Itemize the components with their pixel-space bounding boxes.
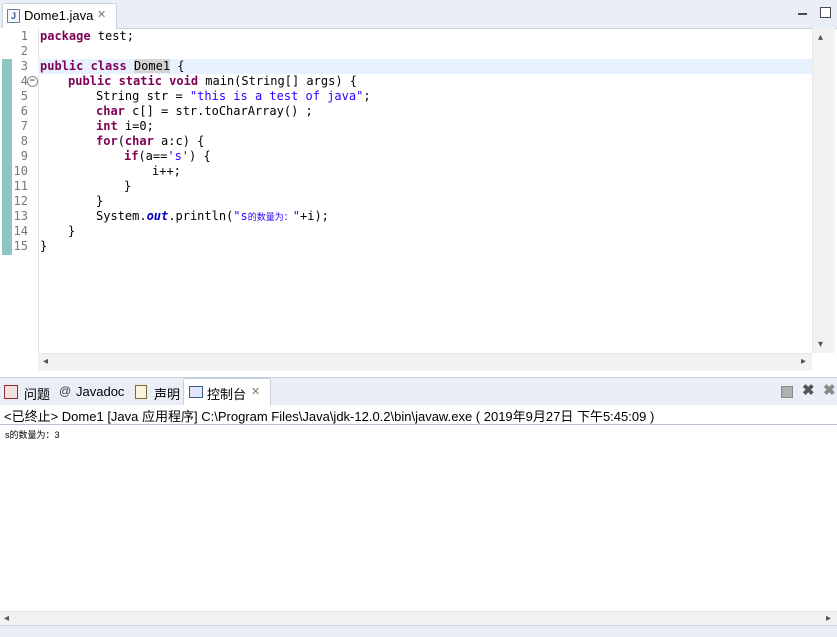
tab-console-label: 控制台 <box>207 387 247 402</box>
console-output[interactable]: s的数量为：3 <box>5 428 60 441</box>
line-number: 15 <box>13 239 28 253</box>
code-line-13[interactable]: System.out.println("s的数量为："+i); <box>96 209 329 224</box>
tab-javadoc[interactable]: Javadoc <box>76 384 124 399</box>
minimize-icon[interactable] <box>798 13 807 15</box>
fold-collapse-icon[interactable]: − <box>27 76 38 87</box>
code-token: char <box>96 104 125 118</box>
scroll-down-arrow-icon[interactable]: ▾ <box>818 339 823 350</box>
code-line-8[interactable]: for(char a:c) { <box>96 134 204 149</box>
code-token: ; <box>363 89 371 103</box>
line-number: 5 <box>20 89 28 103</box>
line-number: 7 <box>20 119 28 133</box>
class-name-highlight: Dome1 <box>133 59 171 73</box>
line-number: 13 <box>13 209 28 223</box>
string-literal: "this is a test of java" <box>189 89 364 103</box>
code-token: (a== <box>138 149 168 163</box>
string-literal-cjk: 的数量为： <box>247 213 293 223</box>
code-token: int <box>96 119 118 133</box>
problems-icon <box>4 385 18 399</box>
scroll-right-arrow-icon[interactable]: ▸ <box>801 356 806 367</box>
line-number: 1 <box>20 29 28 43</box>
remove-launch-icon[interactable]: ✖ <box>802 381 815 399</box>
javadoc-icon: @ <box>59 384 72 398</box>
line-number: 9 <box>20 149 28 163</box>
line-number: 6 <box>20 104 28 118</box>
scroll-left-arrow-icon[interactable]: ◂ <box>43 356 48 367</box>
remove-all-launches-icon[interactable]: ✖ <box>823 381 836 399</box>
code-line-6[interactable]: char c[] = str.toCharArray() ; <box>96 104 313 119</box>
line-number: 10 <box>13 164 28 178</box>
code-token: main(String[] args) { <box>198 74 357 88</box>
line-number: 8 <box>20 134 28 148</box>
terminate-icon[interactable] <box>781 386 793 398</box>
code-token: String str = <box>96 89 190 103</box>
code-token: package <box>40 29 91 43</box>
code-token: ( <box>117 134 125 148</box>
code-line-5[interactable]: String str = "this is a test of java"; <box>96 89 371 104</box>
code-line-4[interactable]: public static void main(String[] args) { <box>68 74 357 89</box>
editor-tab-label: Dome1.java <box>24 8 94 23</box>
code-token: i=0; <box>117 119 154 133</box>
code-line-7[interactable]: int i=0; <box>96 119 154 134</box>
line-number: 4 <box>20 74 28 88</box>
line-number: 11 <box>13 179 28 193</box>
code-token: a:c) { <box>153 134 205 148</box>
string-literal: "s <box>233 209 248 223</box>
string-literal: 's' <box>167 149 190 163</box>
process-status-text: <已终止> Dome1 [Java 应用程序] C:\Program Files… <box>4 409 655 424</box>
tab-declaration[interactable]: 声明 <box>154 384 180 403</box>
code-token: if <box>124 149 139 163</box>
java-file-icon: J <box>7 9 20 23</box>
code-token: char <box>124 134 154 148</box>
code-token: .println( <box>168 209 234 223</box>
editor-vertical-scrollbar[interactable] <box>812 28 835 353</box>
code-token: +i); <box>300 209 329 223</box>
tab-problems[interactable]: 问题 <box>24 384 50 403</box>
string-literal: " <box>292 209 300 223</box>
code-token: System. <box>96 209 147 223</box>
console-icon <box>189 386 203 398</box>
code-line-1[interactable]: package test; <box>40 29 134 44</box>
editor-horizontal-scrollbar[interactable] <box>38 353 812 371</box>
code-line-11[interactable]: } <box>124 179 131 194</box>
status-bar <box>0 625 837 637</box>
line-number: 12 <box>13 194 28 208</box>
console-tab-bar <box>0 377 837 406</box>
static-field: out <box>146 209 169 223</box>
declaration-icon <box>135 385 147 399</box>
code-line-14[interactable]: } <box>68 224 75 239</box>
close-console-icon[interactable]: ✕ <box>251 385 260 398</box>
console-scroll-left-icon[interactable]: ◂ <box>4 613 9 624</box>
code-line-12[interactable]: } <box>96 194 103 209</box>
code-token: test; <box>90 29 134 43</box>
code-token: for <box>96 134 118 148</box>
line-number: 2 <box>20 44 28 58</box>
code-token: { <box>170 59 185 73</box>
maximize-icon[interactable] <box>820 7 831 18</box>
line-number: 3 <box>20 59 28 73</box>
quick-diff-marker <box>2 59 12 255</box>
code-token: public class <box>40 59 127 73</box>
code-token: public static void <box>68 74 199 88</box>
scroll-up-arrow-icon[interactable]: ▴ <box>818 32 823 43</box>
code-line-9[interactable]: if(a=='s') { <box>124 149 211 164</box>
code-line-3[interactable]: public class Dome1 { <box>40 59 185 74</box>
console-horizontal-scrollbar[interactable] <box>0 611 837 626</box>
code-line-10[interactable]: i++; <box>152 164 181 179</box>
code-line-15[interactable]: } <box>40 239 47 254</box>
editor-tab-bar <box>0 0 837 29</box>
console-scroll-right-icon[interactable]: ▸ <box>826 613 831 624</box>
line-number: 14 <box>13 224 28 238</box>
code-token: ) { <box>189 149 211 163</box>
close-tab-icon[interactable]: ✕ <box>97 8 106 21</box>
code-token: c[] = str.toCharArray() ; <box>124 104 313 118</box>
